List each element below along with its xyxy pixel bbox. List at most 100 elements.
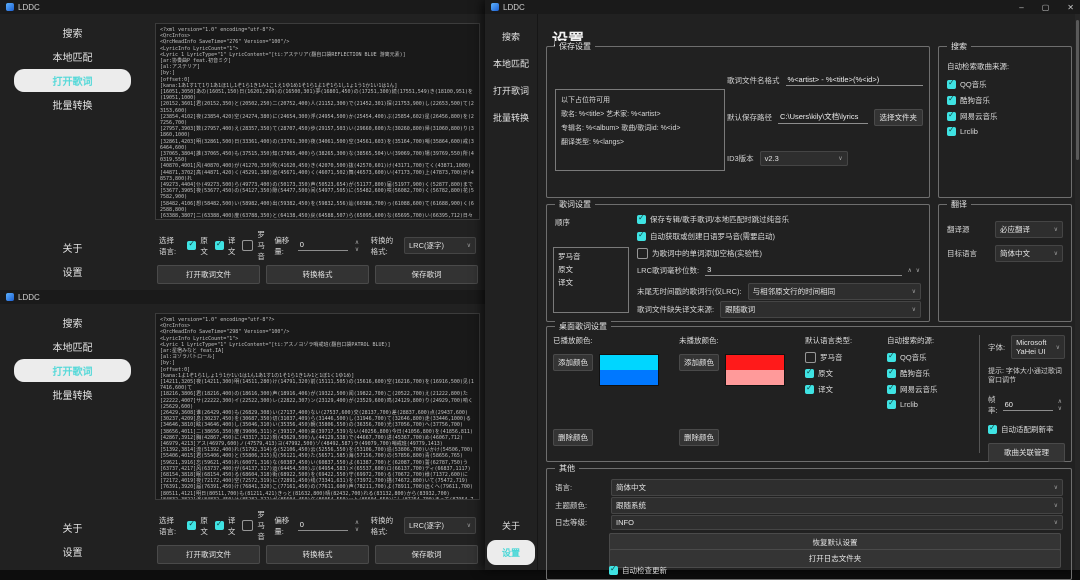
chevron-down-icon: ∨ — [838, 155, 842, 162]
sidebar-item-settings[interactable]: 设置 — [14, 260, 131, 283]
sidebar-item-batch-convert[interactable]: 批量转换 — [487, 105, 535, 130]
open-lyrics-file-button[interactable]: 打开歌词文件 — [157, 545, 260, 564]
offset-input[interactable]: 0 — [298, 520, 348, 531]
sidebar-item-local-match[interactable]: 本地匹配 — [14, 45, 131, 68]
checkbox-netease[interactable]: 网易云音乐 — [947, 111, 998, 122]
checkbox-translation[interactable]: 译文 — [215, 235, 236, 257]
checkbox-kugou[interactable]: 酷狗音乐 — [947, 95, 998, 106]
order-item[interactable]: 原文 — [558, 263, 624, 276]
checkbox-romaji[interactable]: 罗马音 — [805, 352, 885, 363]
save-lyrics-button[interactable]: 保存歌词 — [375, 545, 478, 564]
sidebar-item-settings[interactable]: 设置 — [487, 540, 535, 565]
missing-translation-dropdown[interactable]: 跟随歌词∨ — [720, 301, 921, 318]
order-list[interactable]: 罗马音 原文 译文 — [553, 247, 629, 313]
sidebar-item-local-match[interactable]: 本地匹配 — [14, 335, 131, 358]
checkbox-kugou[interactable]: 酷狗音乐 — [887, 368, 975, 379]
sidebar-item-local-match[interactable]: 本地匹配 — [487, 51, 535, 76]
minimize-button[interactable]: – — [1019, 3, 1023, 12]
checkbox-qq-music[interactable]: QQ音乐 — [947, 79, 998, 90]
checkbox-romaji[interactable]: 罗马音 — [242, 229, 267, 262]
open-lyrics-file-button[interactable]: 打开歌词文件 — [157, 265, 260, 284]
order-item[interactable]: 译文 — [558, 276, 624, 289]
checkbox-auto-romaji[interactable]: 自动获取或创建日语罗马音(需要启动) — [637, 231, 775, 242]
filename-format-input[interactable]: %<artist> - %<title>(%<id>) — [786, 75, 924, 86]
target-language-dropdown[interactable]: 简体中文∨ — [995, 245, 1063, 262]
vertical-scrollbar[interactable] — [1075, 14, 1080, 570]
checkbox-translation[interactable]: 译文 — [805, 384, 885, 395]
checkbox-word-spacing[interactable]: 为歌词中的单词添加空格(实验性) — [637, 248, 762, 259]
sidebar-item-open-lyrics[interactable]: 打开歌词 — [14, 69, 131, 92]
language-dropdown[interactable]: 简体中文∨ — [611, 479, 1063, 496]
translate-source-dropdown[interactable]: 必应翻译∨ — [995, 221, 1063, 238]
lyrics-editor[interactable]: <?xml version="1.0" encoding="utf-8"?> <… — [155, 23, 480, 220]
save-lyrics-button[interactable]: 保存歌词 — [375, 265, 478, 284]
choose-folder-button[interactable]: 选择文件夹 — [874, 109, 924, 126]
delete-unplayed-color-button[interactable]: 删除颜色 — [679, 429, 719, 446]
offset-input[interactable]: 0 — [298, 240, 348, 251]
sidebar: 搜索 本地匹配 打开歌词 批量转换 关于 设置 — [485, 14, 537, 570]
sidebar-item-search[interactable]: 搜索 — [14, 311, 131, 334]
ms-digits-input[interactable]: 3 — [705, 265, 901, 276]
maximize-button[interactable]: ▢ — [1042, 3, 1050, 12]
offset-stepper[interactable]: ∧ ∨ — [355, 239, 364, 253]
sidebar-item-about[interactable]: 关于 — [487, 513, 535, 538]
checkbox-auto-update[interactable]: 自动检查更新 — [609, 565, 667, 576]
sidebar-item-settings[interactable]: 设置 — [14, 540, 131, 563]
order-item[interactable]: 罗马音 — [558, 250, 624, 263]
no-timestamp-dropdown[interactable]: 与相邻原文行的时间相同∨ — [748, 283, 921, 300]
checkbox-translation[interactable]: 译文 — [215, 515, 236, 537]
checkbox-original[interactable]: 原文 — [805, 368, 885, 379]
lyrics-editor[interactable]: <?xml version="1.0" encoding="utf-8"?> <… — [155, 313, 480, 500]
save-path-label: 默认保存路径 — [727, 112, 772, 123]
group-other: 其他 语言: 简体中文∨ 主题颜色: 跟随系统∨ 日志等级: INFO∨ 恢复默… — [546, 468, 1072, 580]
song-association-button[interactable]: 歌曲关联管理 — [988, 443, 1065, 462]
theme-dropdown[interactable]: 跟随系统∨ — [611, 497, 1063, 514]
scrollbar-thumb[interactable] — [1076, 20, 1079, 160]
sidebar-item-about[interactable]: 关于 — [14, 236, 131, 259]
titlebar[interactable]: LDDC – ▢ ✕ — [485, 0, 1080, 14]
titlebar[interactable]: LDDC — [0, 0, 485, 14]
convert-format-button[interactable]: 转换格式 — [266, 545, 369, 564]
titlebar[interactable]: LDDC — [0, 290, 485, 304]
missing-translation-label: 歌词文件缺失译文来源: — [637, 304, 714, 315]
format-dropdown[interactable]: LRC(逐字)∨ — [404, 517, 476, 534]
save-path-input[interactable]: C:\Users\kily\文档\lyrics — [778, 111, 868, 124]
checkbox-icon — [187, 241, 196, 250]
group-legend: 保存设置 — [555, 41, 595, 52]
unplayed-color-swatch[interactable] — [725, 354, 785, 386]
checkbox-netease[interactable]: 网易云音乐 — [887, 384, 975, 395]
format-dropdown[interactable]: LRC(逐字)∨ — [404, 237, 476, 254]
sidebar-item-batch-convert[interactable]: 批量转换 — [14, 383, 131, 406]
checkbox-skip-instrumental[interactable]: 保存专辑/歌手歌词/本地匹配时跳过纯音乐 — [637, 214, 789, 225]
sidebar-item-about[interactable]: 关于 — [14, 516, 131, 539]
checkbox-qq-music[interactable]: QQ音乐 — [887, 352, 975, 363]
fps-input[interactable]: 60 — [1003, 400, 1053, 411]
sidebar-item-open-lyrics[interactable]: 打开歌词 — [487, 78, 535, 103]
sidebar-item-open-lyrics[interactable]: 打开歌词 — [14, 359, 131, 382]
add-unplayed-color-button[interactable]: 添加颜色 — [679, 354, 719, 371]
checkbox-romaji[interactable]: 罗马音 — [242, 509, 267, 542]
checkbox-auto-refresh-rate[interactable]: 自动适配刷新率 — [988, 424, 1065, 435]
fps-stepper[interactable]: ∧ ∨ — [1058, 398, 1065, 412]
window-title: LDDC — [18, 3, 40, 12]
convert-format-button[interactable]: 转换格式 — [266, 265, 369, 284]
id3-version-dropdown[interactable]: v2.3∨ — [760, 151, 848, 166]
offset-stepper[interactable]: ∧ ∨ — [355, 519, 364, 533]
chevron-down-icon: ∨ — [1054, 519, 1058, 526]
ms-digits-stepper[interactable]: ∧ ∨ — [908, 267, 921, 274]
sidebar-item-search[interactable]: 搜索 — [487, 24, 535, 49]
log-level-dropdown[interactable]: INFO∨ — [611, 515, 1063, 530]
checkbox-original[interactable]: 原文 — [187, 515, 208, 537]
delete-played-color-button[interactable]: 删除颜色 — [553, 429, 593, 446]
played-color-swatch[interactable] — [599, 354, 659, 386]
open-log-folder-button[interactable]: 打开日志文件夹 — [609, 549, 1061, 568]
checkbox-lrclib[interactable]: Lrclib — [947, 127, 998, 136]
sidebar-item-search[interactable]: 搜索 — [14, 21, 131, 44]
checkbox-icon — [637, 215, 646, 224]
close-button[interactable]: ✕ — [1067, 3, 1074, 12]
add-played-color-button[interactable]: 添加颜色 — [553, 354, 593, 371]
sidebar-item-batch-convert[interactable]: 批量转换 — [14, 93, 131, 116]
checkbox-original[interactable]: 原文 — [187, 235, 208, 257]
font-dropdown[interactable]: Microsoft YaHei UI∨ — [1011, 335, 1065, 359]
checkbox-lrclib[interactable]: Lrclib — [887, 400, 975, 409]
